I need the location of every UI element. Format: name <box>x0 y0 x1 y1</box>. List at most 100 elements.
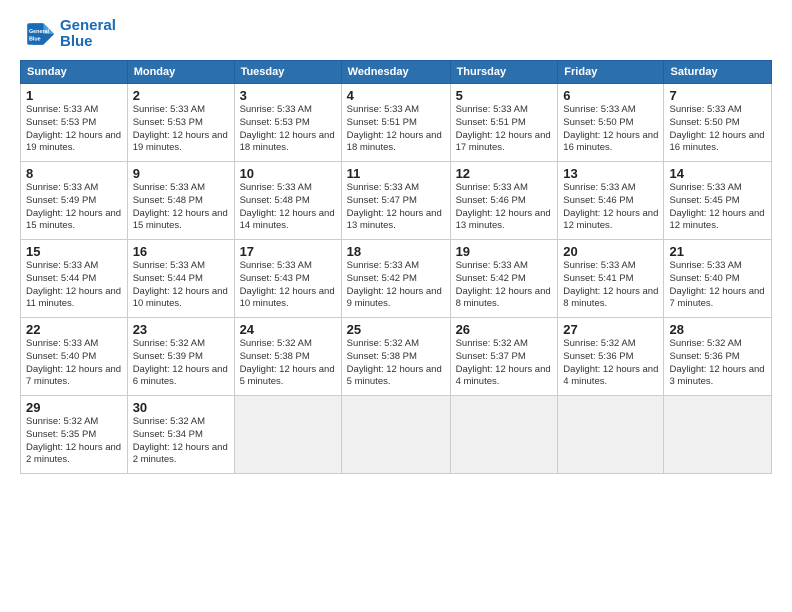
calendar-cell: 17Sunrise: 5:33 AMSunset: 5:43 PMDayligh… <box>234 240 341 318</box>
logo-icon: General Blue <box>20 16 56 52</box>
day-info: Sunrise: 5:33 AMSunset: 5:44 PMDaylight:… <box>133 260 229 311</box>
calendar-cell: 18Sunrise: 5:33 AMSunset: 5:42 PMDayligh… <box>341 240 450 318</box>
day-info: Sunrise: 5:33 AMSunset: 5:41 PMDaylight:… <box>563 260 658 311</box>
day-number: 3 <box>240 88 336 103</box>
calendar-cell: 2Sunrise: 5:33 AMSunset: 5:53 PMDaylight… <box>127 84 234 162</box>
calendar-cell <box>450 396 558 474</box>
day-number: 19 <box>456 244 553 259</box>
day-number: 16 <box>133 244 229 259</box>
day-info: Sunrise: 5:33 AMSunset: 5:49 PMDaylight:… <box>26 182 122 233</box>
day-info: Sunrise: 5:32 AMSunset: 5:36 PMDaylight:… <box>563 338 658 389</box>
day-info: Sunrise: 5:33 AMSunset: 5:53 PMDaylight:… <box>133 104 229 155</box>
calendar-cell: 22Sunrise: 5:33 AMSunset: 5:40 PMDayligh… <box>21 318 128 396</box>
calendar-table: SundayMondayTuesdayWednesdayThursdayFrid… <box>20 60 772 474</box>
calendar-week-row-2: 8Sunrise: 5:33 AMSunset: 5:49 PMDaylight… <box>21 162 772 240</box>
day-number: 25 <box>347 322 445 337</box>
svg-text:Blue: Blue <box>29 36 41 42</box>
calendar-cell <box>664 396 772 474</box>
day-number: 23 <box>133 322 229 337</box>
day-info: Sunrise: 5:32 AMSunset: 5:36 PMDaylight:… <box>669 338 766 389</box>
day-info: Sunrise: 5:33 AMSunset: 5:46 PMDaylight:… <box>456 182 553 233</box>
calendar-week-row-3: 15Sunrise: 5:33 AMSunset: 5:44 PMDayligh… <box>21 240 772 318</box>
day-number: 21 <box>669 244 766 259</box>
day-info: Sunrise: 5:32 AMSunset: 5:38 PMDaylight:… <box>240 338 336 389</box>
day-number: 8 <box>26 166 122 181</box>
day-number: 2 <box>133 88 229 103</box>
day-number: 24 <box>240 322 336 337</box>
calendar-cell: 28Sunrise: 5:32 AMSunset: 5:36 PMDayligh… <box>664 318 772 396</box>
calendar-week-row-5: 29Sunrise: 5:32 AMSunset: 5:35 PMDayligh… <box>21 396 772 474</box>
day-info: Sunrise: 5:33 AMSunset: 5:50 PMDaylight:… <box>563 104 658 155</box>
day-info: Sunrise: 5:33 AMSunset: 5:46 PMDaylight:… <box>563 182 658 233</box>
day-number: 6 <box>563 88 658 103</box>
calendar-cell <box>341 396 450 474</box>
day-number: 14 <box>669 166 766 181</box>
day-number: 9 <box>133 166 229 181</box>
calendar-cell: 6Sunrise: 5:33 AMSunset: 5:50 PMDaylight… <box>558 84 664 162</box>
day-number: 10 <box>240 166 336 181</box>
day-info: Sunrise: 5:32 AMSunset: 5:34 PMDaylight:… <box>133 416 229 467</box>
day-number: 22 <box>26 322 122 337</box>
day-number: 18 <box>347 244 445 259</box>
day-info: Sunrise: 5:33 AMSunset: 5:47 PMDaylight:… <box>347 182 445 233</box>
calendar-cell: 1Sunrise: 5:33 AMSunset: 5:53 PMDaylight… <box>21 84 128 162</box>
calendar-header-saturday: Saturday <box>664 61 772 84</box>
calendar-header-monday: Monday <box>127 61 234 84</box>
calendar-cell: 23Sunrise: 5:32 AMSunset: 5:39 PMDayligh… <box>127 318 234 396</box>
calendar-cell: 20Sunrise: 5:33 AMSunset: 5:41 PMDayligh… <box>558 240 664 318</box>
calendar-header-wednesday: Wednesday <box>341 61 450 84</box>
calendar-week-row-1: 1Sunrise: 5:33 AMSunset: 5:53 PMDaylight… <box>21 84 772 162</box>
day-number: 7 <box>669 88 766 103</box>
day-number: 30 <box>133 400 229 415</box>
day-info: Sunrise: 5:33 AMSunset: 5:40 PMDaylight:… <box>669 260 766 311</box>
calendar-cell: 9Sunrise: 5:33 AMSunset: 5:48 PMDaylight… <box>127 162 234 240</box>
calendar-cell: 19Sunrise: 5:33 AMSunset: 5:42 PMDayligh… <box>450 240 558 318</box>
calendar-cell: 16Sunrise: 5:33 AMSunset: 5:44 PMDayligh… <box>127 240 234 318</box>
day-info: Sunrise: 5:33 AMSunset: 5:53 PMDaylight:… <box>26 104 122 155</box>
day-info: Sunrise: 5:33 AMSunset: 5:43 PMDaylight:… <box>240 260 336 311</box>
calendar-header-sunday: Sunday <box>21 61 128 84</box>
day-number: 27 <box>563 322 658 337</box>
calendar-header-friday: Friday <box>558 61 664 84</box>
day-number: 17 <box>240 244 336 259</box>
calendar-cell: 11Sunrise: 5:33 AMSunset: 5:47 PMDayligh… <box>341 162 450 240</box>
day-info: Sunrise: 5:32 AMSunset: 5:35 PMDaylight:… <box>26 416 122 467</box>
day-info: Sunrise: 5:33 AMSunset: 5:50 PMDaylight:… <box>669 104 766 155</box>
calendar-cell: 21Sunrise: 5:33 AMSunset: 5:40 PMDayligh… <box>664 240 772 318</box>
calendar-header-thursday: Thursday <box>450 61 558 84</box>
day-info: Sunrise: 5:32 AMSunset: 5:38 PMDaylight:… <box>347 338 445 389</box>
calendar-cell: 27Sunrise: 5:32 AMSunset: 5:36 PMDayligh… <box>558 318 664 396</box>
day-number: 1 <box>26 88 122 103</box>
day-info: Sunrise: 5:33 AMSunset: 5:45 PMDaylight:… <box>669 182 766 233</box>
day-number: 4 <box>347 88 445 103</box>
calendar-cell <box>234 396 341 474</box>
header: General Blue General Blue <box>20 16 772 52</box>
calendar-cell: 15Sunrise: 5:33 AMSunset: 5:44 PMDayligh… <box>21 240 128 318</box>
day-info: Sunrise: 5:33 AMSunset: 5:51 PMDaylight:… <box>347 104 445 155</box>
day-number: 12 <box>456 166 553 181</box>
calendar-cell: 10Sunrise: 5:33 AMSunset: 5:48 PMDayligh… <box>234 162 341 240</box>
day-number: 5 <box>456 88 553 103</box>
day-number: 11 <box>347 166 445 181</box>
calendar-cell <box>558 396 664 474</box>
day-info: Sunrise: 5:33 AMSunset: 5:44 PMDaylight:… <box>26 260 122 311</box>
day-info: Sunrise: 5:32 AMSunset: 5:37 PMDaylight:… <box>456 338 553 389</box>
calendar-cell: 25Sunrise: 5:32 AMSunset: 5:38 PMDayligh… <box>341 318 450 396</box>
day-info: Sunrise: 5:33 AMSunset: 5:53 PMDaylight:… <box>240 104 336 155</box>
logo-text: General Blue <box>60 18 116 51</box>
calendar-cell: 12Sunrise: 5:33 AMSunset: 5:46 PMDayligh… <box>450 162 558 240</box>
page: General Blue General Blue SundayMondayTu… <box>0 0 792 612</box>
day-number: 13 <box>563 166 658 181</box>
calendar-header-row: SundayMondayTuesdayWednesdayThursdayFrid… <box>21 61 772 84</box>
calendar-cell: 13Sunrise: 5:33 AMSunset: 5:46 PMDayligh… <box>558 162 664 240</box>
calendar-cell: 4Sunrise: 5:33 AMSunset: 5:51 PMDaylight… <box>341 84 450 162</box>
day-number: 29 <box>26 400 122 415</box>
calendar-cell: 14Sunrise: 5:33 AMSunset: 5:45 PMDayligh… <box>664 162 772 240</box>
calendar-header-tuesday: Tuesday <box>234 61 341 84</box>
calendar-cell: 5Sunrise: 5:33 AMSunset: 5:51 PMDaylight… <box>450 84 558 162</box>
day-info: Sunrise: 5:33 AMSunset: 5:48 PMDaylight:… <box>240 182 336 233</box>
day-info: Sunrise: 5:33 AMSunset: 5:42 PMDaylight:… <box>456 260 553 311</box>
day-info: Sunrise: 5:33 AMSunset: 5:48 PMDaylight:… <box>133 182 229 233</box>
day-number: 15 <box>26 244 122 259</box>
day-number: 28 <box>669 322 766 337</box>
